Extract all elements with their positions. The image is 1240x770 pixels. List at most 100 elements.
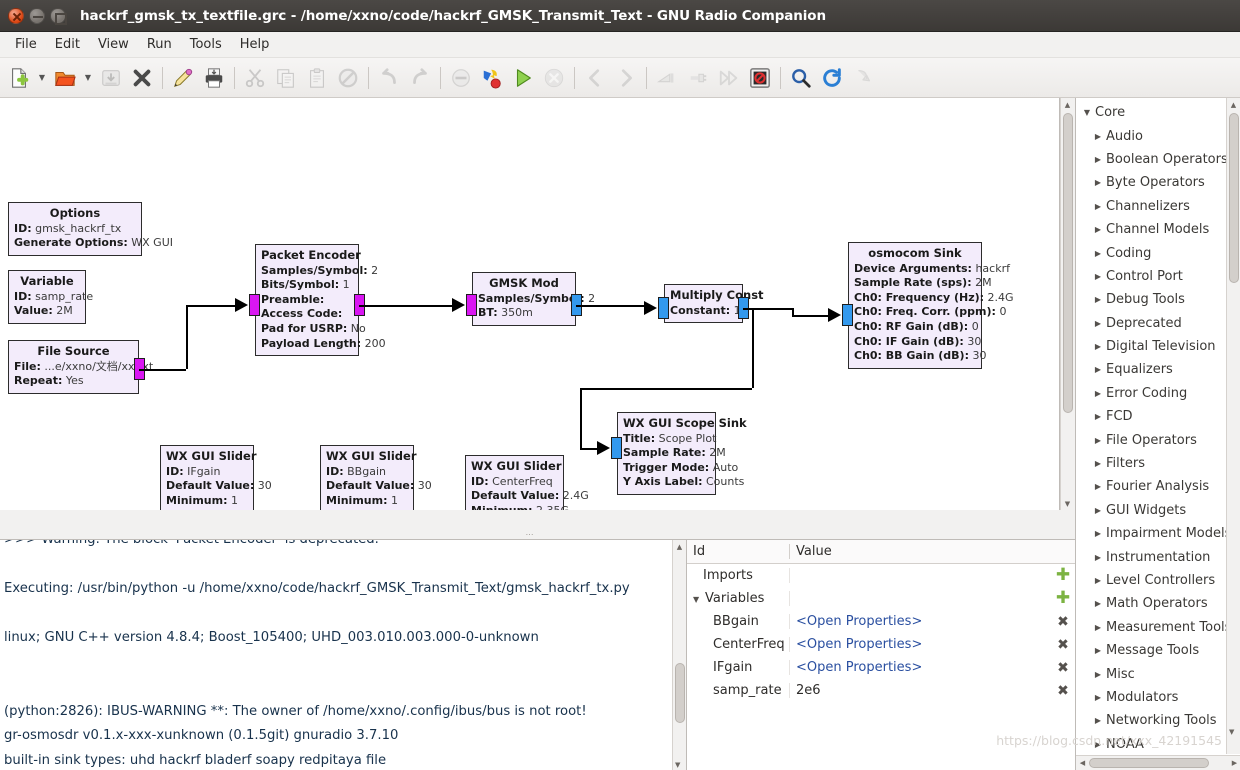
- chevron-right-icon[interactable]: ▶: [1090, 202, 1106, 211]
- chevron-right-icon[interactable]: ▶: [1090, 740, 1106, 749]
- edit-button[interactable]: [168, 62, 198, 94]
- block-packet-encoder[interactable]: Packet Encoder Samples/Symbol: 2 Bits/Symb…: [255, 244, 386, 357]
- scroll-up-icon[interactable]: ▲: [1065, 98, 1070, 111]
- block-wx-gui-slider-bbgain[interactable]: WX GUI Slider ID: BBgain Default Value: 30…: [320, 445, 432, 510]
- variables-row-variables[interactable]: ▼ Variables ✚: [687, 587, 1075, 610]
- palette-item-coding[interactable]: ▶ Coding: [1076, 241, 1240, 264]
- chevron-right-icon[interactable]: ▶: [1090, 529, 1106, 538]
- chevron-right-icon[interactable]: ▶: [1090, 295, 1106, 304]
- chevron-right-icon[interactable]: ▶: [1090, 342, 1106, 351]
- palette-item-file-operators[interactable]: ▶ File Operators: [1076, 428, 1240, 451]
- palette-item-error-coding[interactable]: ▶ Error Coding: [1076, 382, 1240, 405]
- menu-item-view[interactable]: View: [89, 34, 138, 55]
- remove-variable-button[interactable]: ✖: [1051, 661, 1075, 675]
- block-wx-gui-scope-sink[interactable]: WX GUI Scope Sink Title: Scope Plot Sample…: [617, 412, 747, 495]
- block-wx-gui-scope-sink-input-port[interactable]: [611, 437, 622, 459]
- palette-vscroll-thumb[interactable]: [1228, 113, 1239, 283]
- menu-item-help[interactable]: Help: [231, 34, 279, 55]
- palette-scroll-down-icon[interactable]: ▼: [1229, 725, 1234, 738]
- x-icon[interactable]: ✖: [1057, 615, 1069, 629]
- chevron-right-icon[interactable]: ▶: [1090, 623, 1106, 632]
- chevron-right-icon[interactable]: ▶: [1090, 553, 1106, 562]
- variables-row-ifgain[interactable]: IFgain <Open Properties> ✖: [687, 656, 1075, 679]
- wire-to-scope[interactable]: [580, 448, 598, 450]
- palette-item-filters[interactable]: ▶ Filters: [1076, 452, 1240, 475]
- block-multiply-const[interactable]: Multiply Const Constant: 1: [664, 284, 764, 324]
- palette-item-impairment-models[interactable]: ▶ Impairment Models: [1076, 522, 1240, 545]
- console-scroll-down-icon[interactable]: ▼: [675, 758, 680, 770]
- window-maximize-button[interactable]: [50, 7, 67, 25]
- error-button[interactable]: [745, 62, 775, 94]
- wire-scope-vertical[interactable]: [580, 388, 582, 448]
- palette-vertical-scrollbar[interactable]: ▲ ▼: [1226, 98, 1240, 754]
- remove-variable-button[interactable]: ✖: [1051, 615, 1075, 629]
- palette-item-channelizers[interactable]: ▶ Channelizers: [1076, 195, 1240, 218]
- horizontal-splitter[interactable]: ⋯: [0, 530, 1060, 539]
- chevron-right-icon[interactable]: ▶: [1090, 319, 1106, 328]
- console-vscroll-thumb[interactable]: [674, 663, 685, 723]
- palette-item-message-tools[interactable]: ▶ Message Tools: [1076, 639, 1240, 662]
- palette-item-audio[interactable]: ▶ Audio: [1076, 124, 1240, 147]
- chevron-right-icon[interactable]: ▶: [1090, 646, 1106, 655]
- block-packet-encoder-input-port[interactable]: [249, 294, 260, 316]
- add-variable-button[interactable]: ✚: [1051, 590, 1075, 607]
- palette-item-fourier-analysis[interactable]: ▶ Fourier Analysis: [1076, 475, 1240, 498]
- close-button[interactable]: [127, 62, 157, 94]
- chevron-right-icon[interactable]: ▶: [1090, 225, 1106, 234]
- scroll-down-icon[interactable]: ▼: [1065, 497, 1070, 510]
- chevron-right-icon[interactable]: ▶: [1090, 716, 1106, 725]
- block-osmocom-sink-input-port[interactable]: [842, 304, 853, 326]
- block-options[interactable]: Options ID: gmsk_hackrf_tx Generate Option…: [8, 202, 173, 256]
- chevron-right-icon[interactable]: ▶: [1090, 249, 1106, 258]
- plus-icon[interactable]: ✚: [1056, 590, 1070, 607]
- palette-item-channel-models[interactable]: ▶ Channel Models: [1076, 218, 1240, 241]
- palette-horizontal-scrollbar[interactable]: ◀ ▶: [1076, 755, 1240, 770]
- wire-packetencoder-gmsk[interactable]: [359, 305, 453, 307]
- chevron-right-icon[interactable]: ▶: [1090, 459, 1106, 468]
- chevron-right-icon[interactable]: ▶: [1090, 272, 1106, 281]
- x-icon[interactable]: ✖: [1057, 638, 1069, 652]
- plus-icon[interactable]: ✚: [1056, 567, 1070, 584]
- palette-item-noaa[interactable]: ▶ NOAA: [1076, 733, 1240, 756]
- palette-scroll-up-icon[interactable]: ▲: [1227, 98, 1240, 111]
- palette-item-digital-television[interactable]: ▶ Digital Television: [1076, 335, 1240, 358]
- add-variable-button[interactable]: ✚: [1051, 567, 1075, 584]
- variables-row-centerfreq[interactable]: CenterFreq <Open Properties> ✖: [687, 633, 1075, 656]
- block-wx-gui-slider-centerfreq[interactable]: WX GUI Slider ID: CenterFreq Default Value…: [465, 455, 589, 510]
- variables-row-value[interactable]: <Open Properties>: [790, 637, 1051, 652]
- chevron-right-icon[interactable]: ▶: [1090, 693, 1106, 702]
- variables-row-value[interactable]: <Open Properties>: [790, 614, 1051, 629]
- palette-item-byte-operators[interactable]: ▶ Byte Operators: [1076, 171, 1240, 194]
- palette-item-control-port[interactable]: ▶ Control Port: [1076, 265, 1240, 288]
- console-vertical-scrollbar[interactable]: ▲ ▼: [672, 540, 686, 770]
- variables-row-value[interactable]: <Open Properties>: [790, 660, 1051, 675]
- flowgraph-canvas[interactable]: Options ID: gmsk_hackrf_tx Generate Option…: [0, 98, 1060, 510]
- block-multiply-const-input-port[interactable]: [658, 297, 669, 319]
- chevron-right-icon[interactable]: ▶: [1090, 670, 1106, 679]
- window-close-button[interactable]: [8, 7, 24, 24]
- palette-hscroll-thumb[interactable]: [1089, 758, 1209, 768]
- wire-filesource-out[interactable]: [139, 369, 186, 371]
- palette-item-equalizers[interactable]: ▶ Equalizers: [1076, 358, 1240, 381]
- canvas-vscroll-thumb[interactable]: [1062, 113, 1073, 413]
- menu-item-run[interactable]: Run: [138, 34, 181, 55]
- chevron-right-icon[interactable]: ▶: [1090, 576, 1106, 585]
- wire-to-packetencoder[interactable]: [186, 305, 236, 307]
- block-wx-gui-slider-ifgain[interactable]: WX GUI Slider ID: IFgain Default Value: 30…: [160, 445, 272, 510]
- wire-filesource-vertical[interactable]: [186, 305, 188, 369]
- chevron-down-icon[interactable]: ▼: [693, 595, 705, 604]
- palette-item-deprecated[interactable]: ▶ Deprecated: [1076, 312, 1240, 335]
- palette-item-measurement-tools[interactable]: ▶ Measurement Tools: [1076, 616, 1240, 639]
- palette-item-gui-widgets[interactable]: ▶ GUI Widgets: [1076, 499, 1240, 522]
- palette-item-math-operators[interactable]: ▶ Math Operators: [1076, 592, 1240, 615]
- execute-button[interactable]: [508, 62, 538, 94]
- menu-item-file[interactable]: File: [6, 34, 46, 55]
- wire-multiply-vertical-scope[interactable]: [752, 308, 754, 388]
- chevron-right-icon[interactable]: ▶: [1090, 155, 1106, 164]
- palette-item-boolean-operators[interactable]: ▶ Boolean Operators: [1076, 148, 1240, 171]
- palette-scroll-left-icon[interactable]: ◀: [1076, 759, 1089, 767]
- console-scroll-up-icon[interactable]: ▲: [673, 540, 686, 553]
- remove-variable-button[interactable]: ✖: [1051, 684, 1075, 698]
- chevron-right-icon[interactable]: ▶: [1090, 482, 1106, 491]
- reload-button[interactable]: [817, 62, 847, 94]
